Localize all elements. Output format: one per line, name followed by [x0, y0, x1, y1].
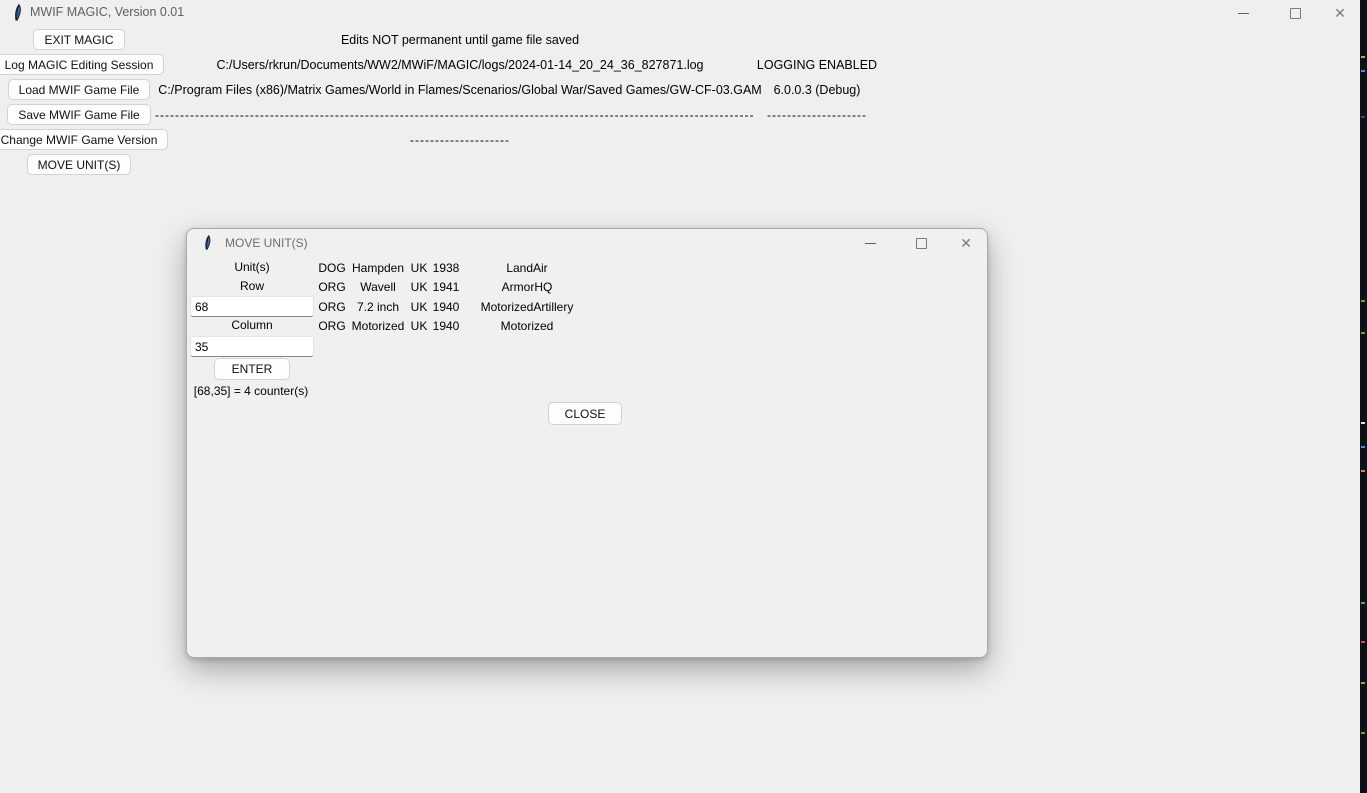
counter-result-text: [68,35] = 4 counter(s)	[193, 384, 309, 398]
dialog-maximize-icon	[915, 237, 927, 249]
app-feather-icon	[15, 4, 21, 21]
table-row: ORG 7.2 inch UK 1940 MotorizedArtillery	[315, 297, 593, 317]
dialog-feather-icon	[205, 235, 211, 250]
unit-name: Wavell	[360, 280, 396, 295]
units-table: DOG Hampden UK 1938 LandAir ORG Wavell U…	[315, 258, 593, 336]
close-icon: ✕	[1334, 5, 1346, 21]
row-input[interactable]	[190, 296, 314, 317]
unit-name: 7.2 inch	[356, 299, 400, 314]
unit-country: UK	[410, 299, 428, 314]
edits-note: Edits NOT permanent until game file save…	[340, 33, 580, 47]
table-row: ORG Wavell UK 1941 ArmorHQ	[315, 278, 593, 298]
unit-year: 1938	[432, 260, 460, 275]
dialog-maximize-button[interactable]	[906, 230, 936, 256]
unit-org: ORG	[318, 319, 346, 334]
column-input[interactable]	[190, 336, 314, 357]
row-label: Row	[239, 279, 264, 293]
maximize-button[interactable]	[1280, 0, 1310, 26]
dialog-minimize-button[interactable]	[855, 230, 885, 256]
unit-org: ORG	[318, 299, 346, 314]
save-game-file-button[interactable]: Save MWIF Game File	[7, 104, 151, 125]
unit-country: UK	[410, 280, 428, 295]
move-units-dialog: MOVE UNIT(S) ✕ Unit(s) Row Column ENTER …	[186, 228, 988, 658]
table-row: DOG Hampden UK 1938 LandAir	[315, 258, 593, 278]
units-label: Unit(s)	[234, 260, 270, 274]
dialog-close-icon: ✕	[960, 235, 972, 251]
unit-country: UK	[410, 260, 428, 275]
maximize-icon	[1289, 7, 1301, 19]
dialog-title: MOVE UNIT(S)	[225, 236, 308, 250]
background-window-sliver	[1360, 0, 1367, 793]
enter-button[interactable]: ENTER	[214, 358, 290, 380]
window-title: MWIF MAGIC, Version 0.01	[30, 5, 185, 19]
unit-type: ArmorHQ	[501, 280, 553, 295]
divider-long: ----------------------------------------…	[155, 108, 755, 122]
divider-short-center: --------------------	[410, 133, 510, 147]
minimize-icon	[1237, 12, 1249, 14]
unit-country: UK	[410, 319, 428, 334]
main-titlebar: MWIF MAGIC, Version 0.01	[0, 0, 1360, 26]
unit-org: ORG	[318, 280, 346, 295]
minimize-button[interactable]	[1228, 0, 1258, 26]
unit-year: 1940	[432, 319, 460, 334]
logging-status: LOGGING ENABLED	[756, 58, 878, 72]
version-label: 6.0.0.3 (Debug)	[773, 83, 861, 97]
dialog-titlebar: MOVE UNIT(S) ✕	[187, 229, 987, 257]
unit-type: LandAir	[506, 260, 548, 275]
dialog-close-button[interactable]: ✕	[951, 230, 981, 256]
dialog-minimize-icon	[864, 242, 876, 244]
column-label: Column	[231, 318, 273, 332]
table-row: ORG Motorized UK 1940 Motorized	[315, 317, 593, 337]
unit-org: DOG	[318, 260, 346, 275]
unit-year: 1940	[432, 299, 460, 314]
unit-type: Motorized	[500, 319, 554, 334]
unit-name: Hampden	[351, 260, 405, 275]
divider-short-right: --------------------	[767, 108, 867, 122]
unit-year: 1941	[432, 280, 460, 295]
unit-type: MotorizedArtillery	[480, 299, 574, 314]
close-dialog-button[interactable]: CLOSE	[548, 402, 622, 425]
close-button[interactable]: ✕	[1325, 0, 1355, 26]
unit-name: Motorized	[351, 319, 405, 334]
sidebar-button-column: EXIT MAGIC Log MAGIC Editing Session Loa…	[0, 29, 169, 175]
move-units-button[interactable]: MOVE UNIT(S)	[26, 154, 132, 175]
